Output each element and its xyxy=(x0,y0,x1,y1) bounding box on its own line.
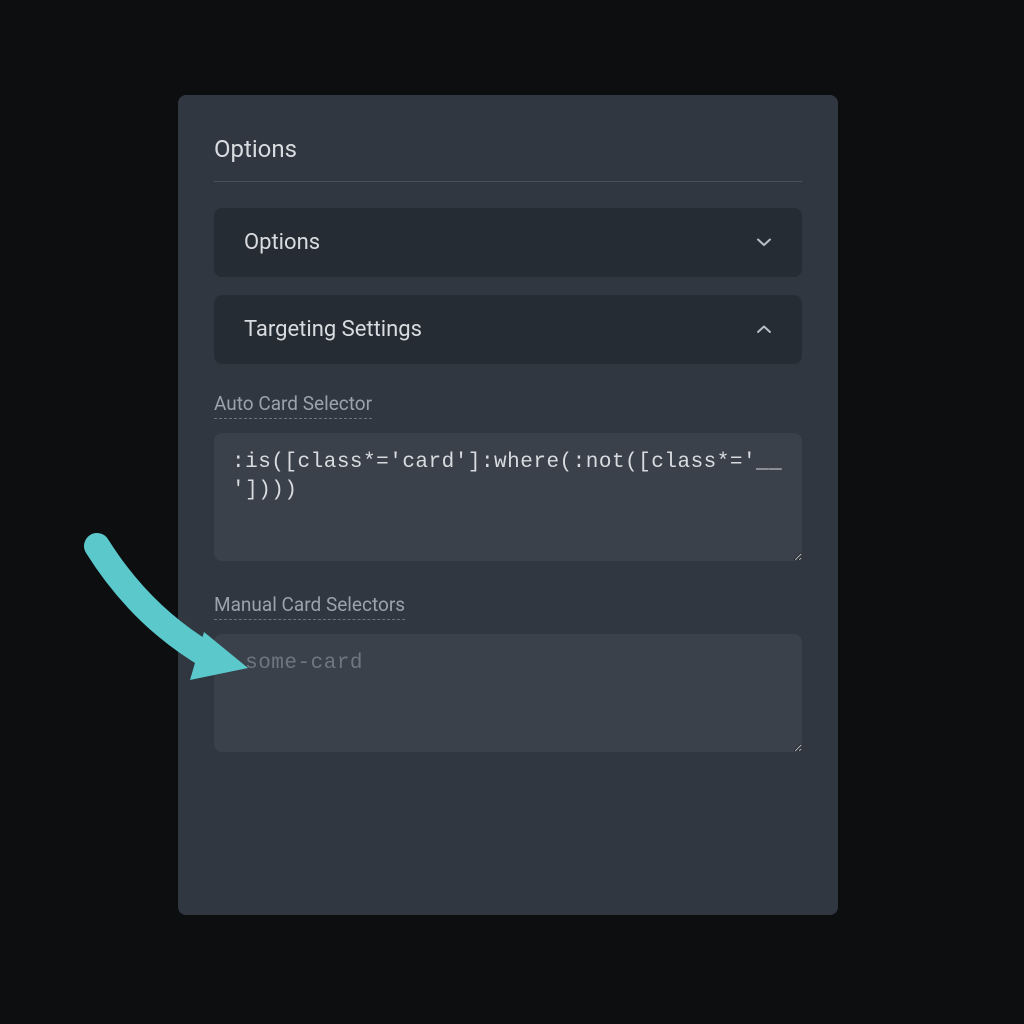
chevron-up-icon xyxy=(756,322,772,338)
accordion-targeting-header[interactable]: Targeting Settings xyxy=(214,295,802,364)
auto-card-selector-input[interactable]: :is([class*='card']:where(:not([class*='… xyxy=(214,433,802,561)
accordion-options-header[interactable]: Options xyxy=(214,208,802,277)
accordion-options[interactable]: Options xyxy=(214,208,802,277)
accordion-targeting[interactable]: Targeting Settings xyxy=(214,295,802,364)
manual-card-selectors-input[interactable] xyxy=(214,634,802,752)
chevron-down-icon xyxy=(756,235,772,251)
auto-card-selector-group: Auto Card Selector :is([class*='card']:w… xyxy=(214,392,802,565)
manual-card-selectors-group: Manual Card Selectors xyxy=(214,593,802,756)
accordion-targeting-label: Targeting Settings xyxy=(244,317,422,342)
options-panel: Options Options Targeting Settings Auto … xyxy=(178,95,838,915)
manual-card-selectors-label: Manual Card Selectors xyxy=(214,593,405,620)
accordion-options-label: Options xyxy=(244,230,320,255)
auto-card-selector-label: Auto Card Selector xyxy=(214,392,372,419)
panel-title: Options xyxy=(214,135,802,182)
